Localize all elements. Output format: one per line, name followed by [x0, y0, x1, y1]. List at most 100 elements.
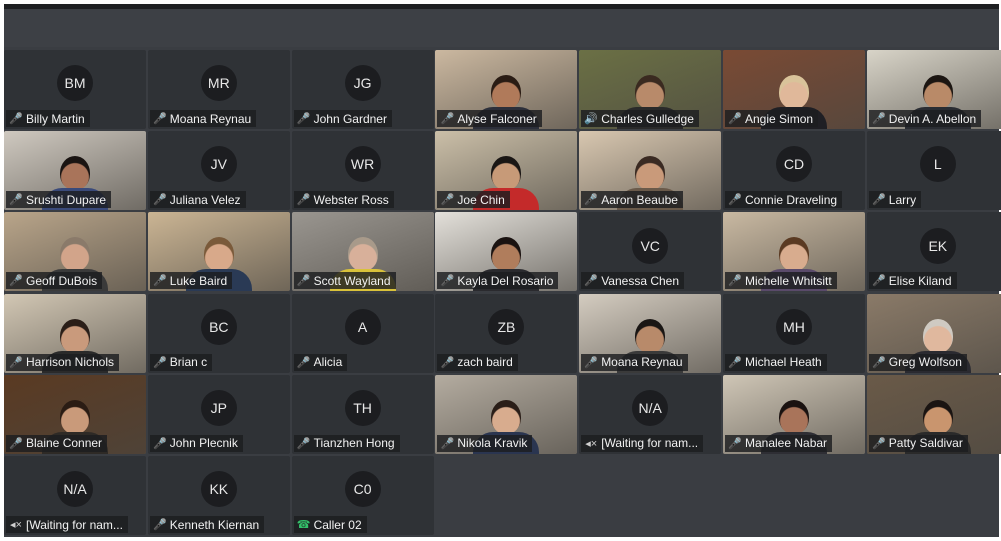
participant-name: Devin A. Abellon: [888, 111, 977, 126]
name-label: 🎤 Connie Draveling: [725, 191, 843, 209]
participant-name: Scott Wayland: [313, 273, 391, 288]
name-label: 🎤 Aaron Beaube: [581, 191, 683, 209]
phone-icon: ☎: [296, 519, 311, 531]
participant-tile[interactable]: 🎤 Nikola Kravik: [435, 374, 578, 454]
microphone-muted-icon: 🎤: [296, 194, 311, 207]
name-label: 🎤 Brian c: [149, 353, 213, 371]
speaker-icon: 🔊: [584, 113, 599, 125]
participant-tile[interactable]: TH 🎤 Tianzhen Hong: [291, 374, 434, 454]
microphone-muted-icon: 🎤: [152, 194, 167, 207]
microphone-muted-icon: 🎤: [152, 275, 167, 288]
participant-name: zach baird: [457, 355, 513, 370]
name-label: 🎤 Tianzhen Hong: [293, 434, 400, 452]
microphone-muted-icon: 🎤: [296, 356, 311, 369]
name-label: 🎤 Joe Chin: [437, 191, 510, 209]
microphone-muted-icon: 🎤: [440, 194, 455, 207]
name-label: 🎤 Webster Ross: [293, 191, 394, 209]
participant-tile[interactable]: KK 🎤 Kenneth Kiernan: [147, 456, 290, 535]
participant-tile[interactable]: 🎤 Joe Chin: [435, 131, 578, 211]
participant-tile[interactable]: VC 🎤 Vanessa Chen: [579, 212, 722, 292]
initials-avatar: N/A: [57, 471, 93, 508]
initials-avatar: EK: [919, 227, 956, 264]
participant-tile[interactable]: 🎤 Alyse Falconer: [435, 50, 578, 129]
name-label: ◂× [Waiting for nam...: [581, 434, 704, 452]
microphone-muted-icon: 🎤: [440, 356, 455, 369]
microphone-muted-icon: 🎤: [728, 356, 742, 369]
initials-avatar: JV: [200, 146, 237, 183]
participant-tile[interactable]: 🎤 Geoff DuBois: [4, 212, 146, 292]
microphone-muted-icon: 🎤: [871, 275, 886, 288]
microphone-muted-icon: 🎤: [296, 275, 311, 288]
participant-tile[interactable]: N/A ◂× [Waiting for nam...: [4, 456, 146, 535]
initials-avatar: N/A: [632, 389, 669, 426]
participant-name: Kayla Del Rosario: [457, 273, 554, 288]
participant-tile[interactable]: ZB 🎤 zach baird: [435, 293, 578, 373]
initials-avatar: JG: [344, 65, 381, 102]
participant-tile[interactable]: N/A ◂× [Waiting for nam...: [579, 374, 722, 454]
participant-tile[interactable]: JP 🎤 John Plecnik: [147, 374, 290, 454]
participant-tile[interactable]: JV 🎤 Juliana Velez: [147, 131, 290, 211]
microphone-muted-icon: 🎤: [9, 356, 23, 369]
participant-tile[interactable]: 🎤 Luke Baird: [147, 212, 290, 292]
participant-tile[interactable]: 🎤 Kayla Del Rosario: [435, 212, 578, 292]
participant-name: Srushti Dupare: [26, 192, 107, 207]
participant-tile[interactable]: 🎤 Harrison Nichols: [4, 293, 146, 373]
participant-tile[interactable]: 🎤 Scott Wayland: [291, 212, 434, 292]
name-label: 🎤 Moana Reynau: [581, 353, 688, 371]
name-label: ◂× [Waiting for nam...: [6, 516, 128, 533]
initials-avatar: L: [919, 146, 956, 183]
participant-tile[interactable]: 🎤 Angie Simon: [723, 50, 865, 129]
participant-tile[interactable]: JG 🎤 John Gardner: [291, 50, 434, 129]
participant-tile[interactable]: 🎤 Moana Reynau: [579, 293, 722, 373]
microphone-muted-icon: 🎤: [152, 519, 167, 531]
name-label: 🎤 Juliana Velez: [149, 191, 246, 209]
microphone-muted-icon: 🎤: [152, 113, 167, 125]
microphone-muted-icon: 🎤: [584, 194, 599, 207]
name-label: 🎤 Kenneth Kiernan: [149, 516, 265, 533]
participant-tile[interactable]: 🎤 Aaron Beaube: [579, 131, 722, 211]
microphone-muted-icon: 🎤: [728, 275, 742, 288]
participant-tile[interactable]: EK 🎤 Elise Kiland: [866, 212, 1001, 292]
participant-tile[interactable]: C0 ☎ Caller 02: [291, 456, 434, 535]
microphone-muted-icon: 🎤: [728, 194, 742, 207]
participant-tile[interactable]: 🎤 Patty Saldivar: [866, 374, 1001, 454]
participant-tile[interactable]: BM 🎤 Billy Martin: [4, 50, 146, 129]
participant-name: Connie Draveling: [745, 192, 838, 207]
participant-tile[interactable]: MH 🎤 Michael Heath: [723, 293, 865, 373]
participant-name: Charles Gulledge: [601, 111, 694, 126]
participant-tile[interactable]: 🎤 Blaine Conner: [4, 374, 146, 454]
name-label: 🎤 Larry: [868, 191, 922, 209]
initials-avatar: MR: [200, 65, 237, 102]
participant-name: Blaine Conner: [26, 436, 103, 451]
participant-tile[interactable]: MR 🎤 Moana Reynau: [147, 50, 290, 129]
participant-name: Tianzhen Hong: [313, 436, 395, 451]
participant-tile[interactable]: WR 🎤 Webster Ross: [291, 131, 434, 211]
participant-tile[interactable]: CD 🎤 Connie Draveling: [723, 131, 865, 211]
participant-tile[interactable]: BC 🎤 Brian c: [147, 293, 290, 373]
participant-name: Alicia: [313, 355, 343, 370]
participant-name: Larry: [888, 192, 917, 207]
participant-tile[interactable]: 🎤 Greg Wolfson: [866, 293, 1001, 373]
participant-tile[interactable]: L 🎤 Larry: [866, 131, 1001, 211]
top-bar: [4, 9, 999, 47]
participant-tile[interactable]: 🎤 Srushti Dupare: [4, 131, 146, 211]
name-label: 🎤 John Gardner: [293, 110, 392, 127]
participant-name: Harrison Nichols: [26, 355, 115, 370]
microphone-muted-icon: 🎤: [296, 437, 311, 450]
participant-name: Juliana Velez: [169, 192, 241, 207]
name-label: ☎ Caller 02: [293, 516, 367, 533]
participant-tile[interactable]: 🎤 Manalee Nabar: [723, 374, 865, 454]
name-label: 🎤 Michelle Whitsitt: [725, 272, 837, 290]
participant-tile[interactable]: 🎤 Michelle Whitsitt: [723, 212, 865, 292]
participant-tile[interactable]: 🎤 Devin A. Abellon: [866, 50, 1001, 129]
name-label: 🎤 Devin A. Abellon: [868, 110, 982, 127]
microphone-muted-icon: 🎤: [871, 356, 886, 369]
meeting-window: BM 🎤 Billy Martin MR 🎤 Moana Reynau JG 🎤 John Ga…: [4, 4, 1001, 537]
name-label: 🎤 Vanessa Chen: [581, 272, 685, 290]
microphone-muted-icon: 🎤: [9, 275, 23, 288]
participant-tile[interactable]: 🔊 Charles Gulledge: [579, 50, 722, 129]
participant-tile[interactable]: A 🎤 Alicia: [291, 293, 434, 373]
microphone-muted-icon: 🎤: [584, 356, 599, 369]
name-label: 🎤 zach baird: [437, 353, 518, 371]
initials-avatar: KK: [200, 471, 237, 508]
